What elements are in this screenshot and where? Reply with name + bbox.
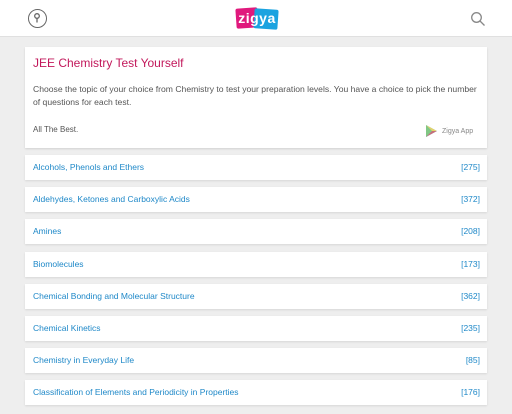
topic-count: [362]	[461, 291, 480, 301]
topic-count: [176]	[461, 387, 480, 397]
top-bar: zigya	[0, 0, 512, 37]
zigya-app-link[interactable]: Zigya App	[426, 125, 473, 137]
page-title: JEE Chemistry Test Yourself	[33, 56, 184, 70]
topic-row[interactable]: Biomolecules [173]	[25, 252, 487, 277]
zigya-logo[interactable]: zigya	[235, 7, 279, 30]
topic-count: [235]	[461, 323, 480, 333]
key-circle-icon[interactable]	[28, 9, 47, 28]
closing-text: All The Best.	[33, 125, 79, 134]
topic-row[interactable]: Chemical Kinetics [235]	[25, 316, 487, 341]
topic-count: [372]	[461, 194, 480, 204]
topic-label[interactable]: Aldehydes, Ketones and Carboxylic Acids	[33, 194, 190, 204]
topic-label[interactable]: Amines	[33, 226, 61, 236]
intro-description: Choose the topic of your choice from Che…	[33, 84, 477, 107]
topic-row[interactable]: Alcohols, Phenols and Ethers [275]	[25, 155, 487, 180]
topic-row[interactable]: Classification of Elements and Periodici…	[25, 380, 487, 405]
search-icon[interactable]	[470, 11, 486, 27]
logo-text: zigya	[238, 10, 276, 26]
topic-label[interactable]: Classification of Elements and Periodici…	[33, 387, 239, 397]
topic-row[interactable]: Chemical Bonding and Molecular Structure…	[25, 284, 487, 309]
intro-card: JEE Chemistry Test Yourself Choose the t…	[25, 47, 487, 148]
topic-label[interactable]: Chemistry in Everyday Life	[33, 355, 134, 365]
topic-row[interactable]: Amines [208]	[25, 219, 487, 244]
topic-row[interactable]: Aldehydes, Ketones and Carboxylic Acids …	[25, 187, 487, 212]
topic-row[interactable]: Chemistry in Everyday Life [85]	[25, 348, 487, 373]
play-store-icon	[426, 125, 437, 137]
topic-count: [208]	[461, 226, 480, 236]
topic-count: [173]	[461, 259, 480, 269]
topic-label[interactable]: Biomolecules	[33, 259, 84, 269]
topic-count: [85]	[465, 355, 480, 365]
topic-label[interactable]: Chemical Bonding and Molecular Structure	[33, 291, 195, 301]
app-label: Zigya App	[442, 127, 474, 135]
topic-label[interactable]: Alcohols, Phenols and Ethers	[33, 162, 144, 172]
topic-count: [275]	[461, 162, 480, 172]
topic-label[interactable]: Chemical Kinetics	[33, 323, 101, 333]
